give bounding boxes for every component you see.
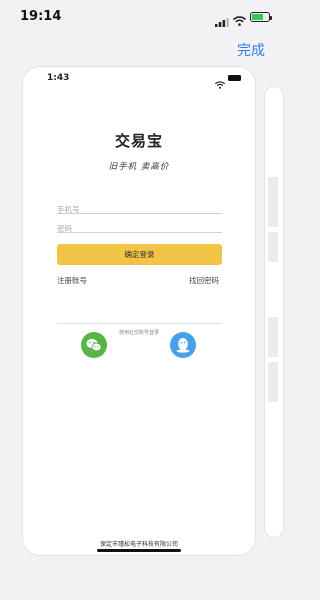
preview-wifi-icon (214, 74, 226, 93)
battery-icon (250, 12, 272, 22)
qq-login-button[interactable] (170, 332, 196, 358)
wifi-icon (232, 11, 247, 30)
phone-field[interactable] (57, 197, 222, 217)
app-slogan: 旧手机 卖高价 (108, 162, 170, 172)
home-indicator (97, 549, 181, 552)
password-input[interactable] (57, 221, 222, 236)
app-preview-frame: 1:43 交易宝 旧手机 卖高价 确定登录 注册账号 找回密码 使用社交账号登录 (22, 66, 256, 556)
done-button[interactable]: 完成 (237, 40, 265, 60)
qq-icon (176, 338, 190, 353)
login-button[interactable]: 确定登录 (57, 244, 222, 265)
wechat-icon (86, 338, 102, 352)
phone-input[interactable] (57, 202, 222, 217)
status-time: 19:14 (20, 9, 62, 24)
company-footer: 保定市瑾松电子科技有限公司 (99, 541, 178, 548)
wechat-login-button[interactable] (81, 332, 107, 358)
status-bar: 19:14 (0, 0, 277, 34)
cellular-signal-icon (215, 12, 229, 31)
forgot-password-link[interactable]: 找回密码 (189, 275, 219, 286)
preview-battery-icon (228, 75, 241, 81)
register-link[interactable]: 注册账号 (57, 275, 87, 286)
preview-status-time: 1:43 (47, 73, 70, 83)
password-field[interactable] (57, 216, 222, 236)
social-login-label: 使用社交账号登录 (113, 330, 164, 336)
next-preview-card[interactable] (264, 86, 284, 538)
app-logo: 交易宝 (114, 132, 163, 150)
